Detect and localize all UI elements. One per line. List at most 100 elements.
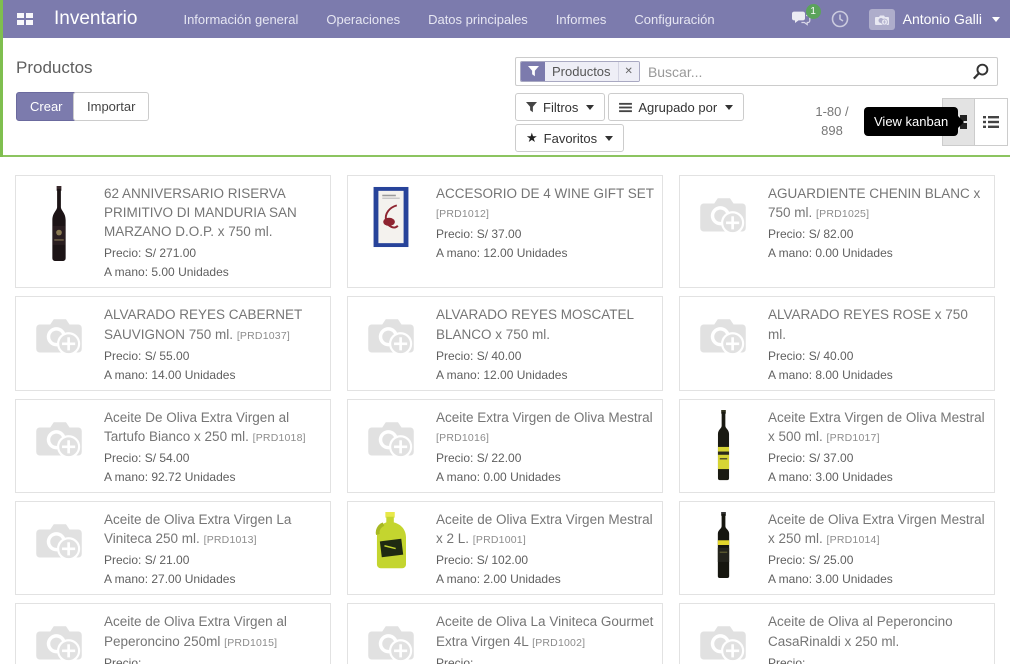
chevron-down-icon [725, 105, 733, 110]
product-card[interactable]: Aceite Extra Virgen de Oliva Mestral [PR… [347, 399, 663, 493]
top-menu: Información general Operaciones Datos prin… [183, 12, 714, 27]
chevron-down-icon [992, 17, 1000, 22]
pager-range: 1-80 / [808, 102, 856, 121]
filter-funnel-icon [526, 102, 537, 113]
list-view-button[interactable] [975, 98, 1008, 146]
favorites-button[interactable]: ★ Favoritos [515, 124, 624, 152]
top-menu-item[interactable]: Información general [183, 12, 298, 27]
product-card[interactable]: Aceite de Oliva Extra Virgen Mestral x 2… [347, 501, 663, 595]
search-facet-productos[interactable]: Productos ✕ [520, 61, 640, 82]
pager[interactable]: 1-80 / 898 [808, 102, 856, 140]
apps-menu-button[interactable] [10, 0, 40, 38]
product-price: Precio: S/ 22.00 [436, 451, 654, 465]
top-menu-item[interactable]: Datos principales [428, 12, 528, 27]
page-title: Productos [16, 58, 93, 78]
star-icon: ★ [526, 130, 538, 146]
camera-placeholder-icon [356, 305, 426, 381]
product-price: Precio: S/ 54.00 [104, 451, 322, 465]
olive-oil-jug-photo [356, 510, 426, 586]
top-menu-item[interactable]: Informes [556, 12, 607, 27]
product-price: Precio: S/ 40.00 [436, 349, 654, 363]
camera-placeholder-icon [24, 510, 94, 586]
product-card[interactable]: Aceite de Oliva al Peperoncino CasaRinal… [679, 603, 995, 664]
product-code: [PRD1018] [253, 432, 306, 444]
product-on-hand: A mano: 8.00 Unidades [768, 368, 986, 382]
product-title: 62 ANNIVERSARIO RISERVA PRIMITIVO DI MAN… [104, 186, 297, 239]
product-on-hand: A mano: 5.00 Unidades [104, 265, 322, 279]
product-card[interactable]: AGUARDIENTE CHENIN BLANC x 750 ml. [PRD1… [679, 175, 995, 288]
product-title: ALVARADO REYES MOSCATEL BLANCO x 750 ml. [436, 307, 634, 341]
camera-placeholder-icon [688, 184, 758, 279]
product-card[interactable]: Aceite De Oliva Extra Virgen al Tartufo … [15, 399, 331, 493]
wine-bottle-photo [24, 184, 94, 279]
product-on-hand: A mano: 12.00 Unidades [436, 368, 654, 382]
product-code: [PRD1013] [204, 534, 257, 546]
filter-funnel-icon [521, 62, 545, 81]
chevron-down-icon [586, 105, 594, 110]
product-code: [PRD1016] [436, 432, 489, 444]
product-title: AGUARDIENTE CHENIN BLANC x 750 ml. [768, 186, 980, 220]
product-price: Precio: S/ 37.00 [436, 227, 654, 241]
product-code: [PRD1025] [816, 208, 869, 220]
control-panel-divider [0, 155, 1010, 157]
product-on-hand: A mano: 12.00 Unidades [436, 246, 654, 260]
product-card[interactable]: Aceite de Oliva Extra Virgen Mestral x 2… [679, 501, 995, 595]
product-price: Precio: [104, 656, 322, 664]
product-card[interactable]: Aceite Extra Virgen de Oliva Mestral x 5… [679, 399, 995, 493]
product-code: [PRD1015] [224, 637, 277, 649]
chevron-down-icon [605, 136, 613, 141]
product-price: Precio: S/ 82.00 [768, 227, 986, 241]
product-price: Precio: [436, 656, 654, 664]
product-card[interactable]: Aceite de Oliva Extra Virgen al Peperonc… [15, 603, 331, 664]
camera-placeholder-icon [688, 612, 758, 664]
messages-button[interactable]: 1 [791, 11, 811, 27]
activities-button[interactable] [831, 10, 849, 28]
product-price: Precio: S/ 40.00 [768, 349, 986, 363]
search-bar[interactable]: Productos ✕ [515, 57, 998, 86]
create-button[interactable]: Crear [16, 92, 77, 121]
product-on-hand: A mano: 27.00 Unidades [104, 572, 322, 586]
import-button[interactable]: Importar [73, 92, 149, 121]
product-card[interactable]: 62 ANNIVERSARIO RISERVA PRIMITIVO DI MAN… [15, 175, 331, 288]
top-menu-item[interactable]: Operaciones [326, 12, 400, 27]
search-input[interactable] [640, 64, 971, 80]
left-edge-accent [0, 0, 3, 157]
product-price: Precio: S/ 102.00 [436, 553, 654, 567]
product-on-hand: A mano: 2.00 Unidades [436, 572, 654, 586]
product-title: Aceite de Oliva Extra Virgen Mestral x 2… [436, 512, 653, 546]
search-facet-label: Productos [545, 62, 618, 81]
product-card[interactable]: Aceite de Oliva Extra Virgen La Viniteca… [15, 501, 331, 595]
filters-button[interactable]: Filtros [515, 93, 605, 121]
product-title: Aceite de Oliva al Peperoncino CasaRinal… [768, 614, 953, 648]
pager-total: 898 [808, 121, 856, 140]
product-on-hand: A mano: 3.00 Unidades [768, 572, 986, 586]
camera-placeholder-icon [688, 305, 758, 381]
search-options: Filtros Agrupado por ★ Favoritos [515, 93, 747, 152]
product-card[interactable]: ACCESORIO DE 4 WINE GIFT SET [PRD1012] P… [347, 175, 663, 288]
product-card[interactable]: ALVARADO REYES MOSCATEL BLANCO x 750 ml.… [347, 296, 663, 390]
product-card[interactable]: ALVARADO REYES ROSE x 750 ml. Precio: S/… [679, 296, 995, 390]
product-price: Precio: S/ 25.00 [768, 553, 986, 567]
product-card[interactable]: ALVARADO REYES CABERNET SAUVIGNON 750 ml… [15, 296, 331, 390]
product-title: ALVARADO REYES ROSE x 750 ml. [768, 307, 968, 341]
top-navbar: Inventario Información general Operacione… [0, 0, 1010, 38]
product-on-hand: A mano: 0.00 Unidades [436, 470, 654, 484]
user-menu[interactable]: Antonio Galli [869, 9, 1000, 30]
product-price: Precio: [768, 656, 986, 664]
olive-oil-bottle-250-photo [688, 510, 758, 586]
view-kanban-tooltip: View kanban [864, 107, 958, 136]
product-code: [PRD1001] [473, 534, 526, 546]
facet-remove-button[interactable]: ✕ [618, 62, 639, 81]
product-code: [PRD1012] [436, 208, 489, 220]
kanban-view: 62 ANNIVERSARIO RISERVA PRIMITIVO DI MAN… [0, 157, 1010, 664]
camera-placeholder-icon [356, 612, 426, 664]
app-title[interactable]: Inventario [54, 8, 137, 30]
camera-placeholder-icon [24, 612, 94, 664]
clock-icon [831, 10, 849, 28]
group-by-button[interactable]: Agrupado por [608, 93, 744, 121]
top-menu-item[interactable]: Configuración [634, 12, 714, 27]
search-icon[interactable] [971, 62, 993, 81]
product-card[interactable]: Aceite de Oliva La Viniteca Gourmet Extr… [347, 603, 663, 664]
product-on-hand: A mano: 14.00 Unidades [104, 368, 322, 382]
user-name: Antonio Galli [903, 11, 982, 27]
